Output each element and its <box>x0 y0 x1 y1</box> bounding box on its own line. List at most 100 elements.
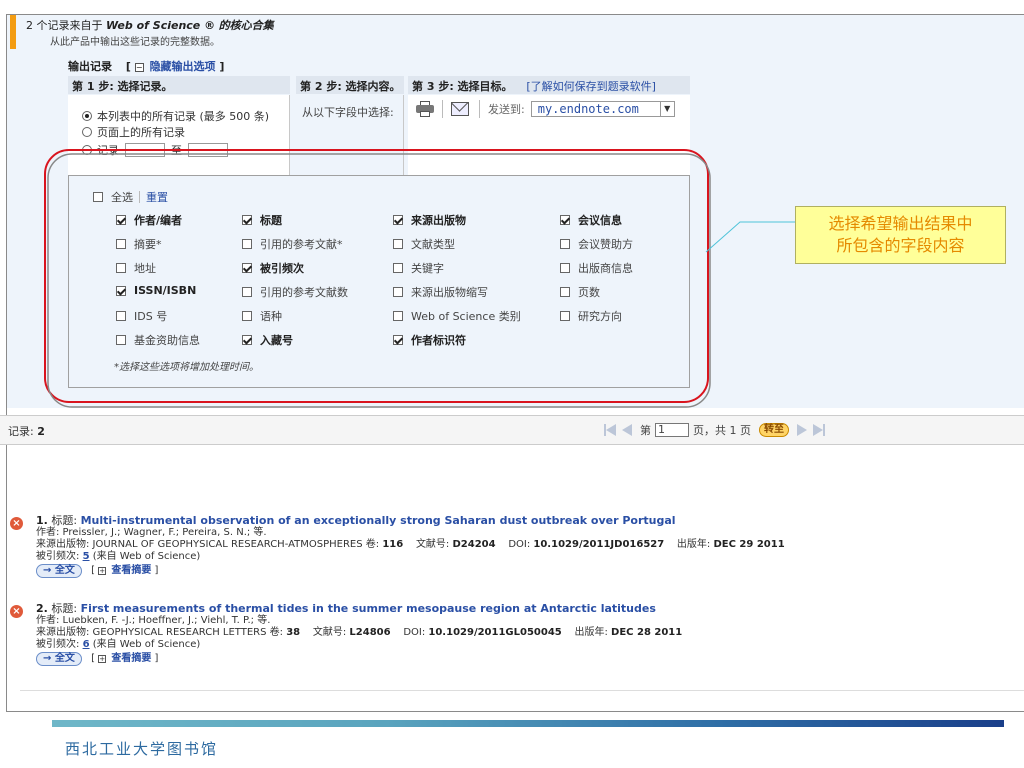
send-to-select[interactable]: my.endnote.com ▼ <box>530 101 675 117</box>
unchecked-checkbox-icon[interactable] <box>560 287 570 297</box>
radio-range-icon[interactable] <box>82 145 92 155</box>
checked-checkbox-icon[interactable] <box>116 215 126 225</box>
unchecked-checkbox-icon[interactable] <box>242 287 252 297</box>
unchecked-checkbox-icon[interactable] <box>560 263 570 273</box>
field-checkbox[interactable]: ISSN/ISBN <box>116 284 196 297</box>
prev-page-icon[interactable] <box>622 424 632 436</box>
learn-endnote-link[interactable]: [了解如何保存到题录软件] <box>526 80 656 93</box>
field-checkbox[interactable]: 基金资助信息 <box>116 332 200 348</box>
unchecked-checkbox-icon[interactable] <box>393 287 403 297</box>
hide-options-link[interactable]: 隐藏输出选项 <box>150 60 216 73</box>
results-divider <box>20 690 1024 691</box>
next-page-icon[interactable] <box>797 424 807 436</box>
field-checkbox[interactable]: 来源出版物缩写 <box>393 284 488 300</box>
unchecked-checkbox-icon[interactable] <box>116 311 126 321</box>
radio-page-records[interactable]: 页面上的所有记录 <box>82 124 185 140</box>
field-checkbox[interactable]: 地址 <box>116 260 156 276</box>
select-all-label: 全选 <box>111 191 133 204</box>
field-checkbox[interactable]: 文献类型 <box>393 236 455 252</box>
print-icon[interactable] <box>416 101 434 117</box>
library-name: 西北工业大学图书馆 <box>65 740 219 758</box>
unchecked-checkbox-icon[interactable] <box>393 311 403 321</box>
expand-icon[interactable]: + <box>98 655 107 663</box>
result-art-label: 文献号: <box>415 539 450 550</box>
range-to-input[interactable] <box>188 143 228 157</box>
field-checkbox[interactable]: 语种 <box>242 308 282 324</box>
field-checkbox[interactable]: 来源出版物 <box>393 212 466 228</box>
unchecked-checkbox-icon[interactable] <box>242 239 252 249</box>
unchecked-checkbox-icon[interactable] <box>393 239 403 249</box>
last-page-icon[interactable] <box>813 424 825 436</box>
radio-all-records[interactable]: 本列表中的所有记录 (最多 500 条) <box>82 108 269 124</box>
reset-link[interactable]: 重置 <box>146 189 168 205</box>
radio-all-icon[interactable] <box>82 111 92 121</box>
result-vol-label: 卷: <box>269 627 284 638</box>
range-from-input[interactable] <box>125 143 165 157</box>
email-icon[interactable] <box>451 102 469 116</box>
field-checkbox[interactable]: 作者/编者 <box>116 212 182 228</box>
field-label: 语种 <box>260 310 282 323</box>
result-cites-link[interactable]: 6 <box>83 639 90 650</box>
result-title-link[interactable]: First measurements of thermal tides in t… <box>81 602 656 615</box>
collapse-icon[interactable]: − <box>134 63 144 72</box>
radio-range-label: 记录 <box>97 144 119 157</box>
field-checkbox[interactable]: 摘要* <box>116 236 162 252</box>
checked-checkbox-icon[interactable] <box>116 285 126 296</box>
field-checkbox[interactable]: 入藏号 <box>242 332 293 348</box>
field-label: 作者标识符 <box>411 334 466 347</box>
checked-checkbox-icon[interactable] <box>242 335 252 345</box>
fulltext-button[interactable]: → 全文 <box>36 564 82 578</box>
expand-icon[interactable]: + <box>98 567 107 575</box>
field-checkbox[interactable]: Web of Science 类别 <box>393 308 521 324</box>
result-cites-from: (来自 Web of Science) <box>92 551 201 562</box>
unchecked-checkbox-icon[interactable] <box>116 335 126 345</box>
result-cites: 被引频次: 5 (来自 Web of Science) <box>10 551 785 563</box>
bottom-rule <box>6 711 1024 712</box>
result-cites-link[interactable]: 5 <box>83 551 90 562</box>
field-checkbox[interactable]: 关键字 <box>393 260 444 276</box>
result-title-link[interactable]: Multi-instrumental observation of an exc… <box>81 514 676 527</box>
unchecked-checkbox-icon[interactable] <box>393 263 403 273</box>
field-checkbox[interactable]: 标题 <box>242 212 282 228</box>
field-label: 会议信息 <box>578 214 622 227</box>
result-source: 来源出版物: JOURNAL OF GEOPHYSICAL RESEARCH-A… <box>10 539 785 551</box>
unchecked-checkbox-icon[interactable] <box>242 311 252 321</box>
checked-checkbox-icon[interactable] <box>560 215 570 225</box>
unchecked-checkbox-icon[interactable] <box>116 239 126 249</box>
field-checkbox[interactable]: 引用的参考文献数 <box>242 284 348 300</box>
field-checkbox[interactable]: 作者标识符 <box>393 332 466 348</box>
result-title-label: 标题: <box>51 514 78 527</box>
checked-checkbox-icon[interactable] <box>393 335 403 345</box>
footer-band <box>52 720 1004 727</box>
field-checkbox[interactable]: 引用的参考文献* <box>242 236 343 252</box>
field-label: 入藏号 <box>260 334 293 347</box>
checked-checkbox-icon[interactable] <box>242 263 252 273</box>
send-to-label: 发送到: <box>488 103 525 116</box>
field-label: 页数 <box>578 286 600 299</box>
result-title-line: 1. 标题: Multi-instrumental observation of… <box>10 515 785 527</box>
view-abstract-link[interactable]: 查看摘要 <box>111 653 151 664</box>
field-checkbox[interactable]: 页数 <box>560 284 600 300</box>
select-all-box[interactable] <box>93 192 103 202</box>
first-page-icon[interactable] <box>604 424 616 436</box>
checked-checkbox-icon[interactable] <box>393 215 403 225</box>
unchecked-checkbox-icon[interactable] <box>560 239 570 249</box>
page-number-input[interactable]: 1 <box>655 423 689 437</box>
radio-range-records[interactable]: 记录 至 <box>82 142 234 158</box>
field-label: 摘要* <box>134 238 162 251</box>
unchecked-checkbox-icon[interactable] <box>116 263 126 273</box>
field-checkbox[interactable]: 出版商信息 <box>560 260 633 276</box>
view-abstract-link[interactable]: 查看摘要 <box>111 565 151 576</box>
unchecked-checkbox-icon[interactable] <box>560 311 570 321</box>
field-checkbox[interactable]: 研究方向 <box>560 308 622 324</box>
fulltext-button[interactable]: → 全文 <box>36 652 82 666</box>
select-all-checkbox[interactable]: 全选 重置 <box>93 189 168 205</box>
field-checkbox[interactable]: 会议赞助方 <box>560 236 633 252</box>
go-button[interactable]: 转至 <box>759 423 789 437</box>
checked-checkbox-icon[interactable] <box>242 215 252 225</box>
field-checkbox[interactable]: 会议信息 <box>560 212 622 228</box>
field-checkbox[interactable]: IDS 号 <box>116 308 167 324</box>
chevron-down-icon[interactable]: ▼ <box>659 102 674 116</box>
radio-page-icon[interactable] <box>82 127 92 137</box>
field-checkbox[interactable]: 被引频次 <box>242 260 304 276</box>
